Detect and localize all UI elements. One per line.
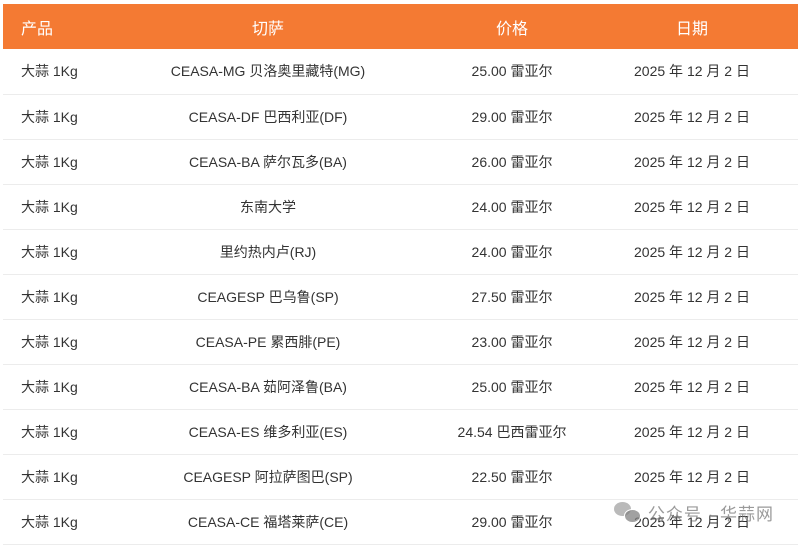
cell-product: 大蒜 1Kg <box>21 288 78 305</box>
cell-market: CEASA-DF 巴西利亚(DF) <box>188 108 348 125</box>
cell-price: 26.00 雷亚尔 <box>471 153 553 170</box>
table-row: 大蒜 1Kg CEASA-MG 贝洛奥里藏特(MG) 25.00 雷亚尔 202… <box>3 49 798 94</box>
cell-date: 2025 年 12 月 2 日 <box>634 243 750 260</box>
cell-product: 大蒜 1Kg <box>21 378 78 395</box>
cell-product: 大蒜 1Kg <box>21 468 78 485</box>
table-row: 大蒜 1Kg CEASA-BA 萨尔瓦多(BA) 26.00 雷亚尔 2025 … <box>3 139 798 184</box>
cell-date: 2025 年 12 月 2 日 <box>634 288 750 305</box>
cell-product: 大蒜 1Kg <box>21 333 78 350</box>
price-table: 产品 切萨 价格 日期 大蒜 1Kg CEASA-MG 贝洛奥里藏特(MG) 2… <box>3 4 798 545</box>
cell-date: 2025 年 12 月 2 日 <box>634 423 750 440</box>
cell-price: 29.00 雷亚尔 <box>471 108 553 125</box>
header-date: 日期 <box>675 20 708 38</box>
cell-date: 2025 年 12 月 2 日 <box>634 468 750 485</box>
table-row: 大蒜 1Kg CEASA-BA 茹阿泽鲁(BA) 25.00 雷亚尔 2025 … <box>3 364 798 409</box>
cell-date: 2025 年 12 月 2 日 <box>634 333 750 350</box>
cell-price: 22.50 雷亚尔 <box>471 468 553 485</box>
table-row: 大蒜 1Kg 东南大学 24.00 雷亚尔 2025 年 12 月 2 日 <box>3 184 798 229</box>
header-price: 价格 <box>495 20 528 38</box>
cell-product: 大蒜 1Kg <box>21 198 78 215</box>
cell-market: CEASA-BA 茹阿泽鲁(BA) <box>189 378 347 395</box>
watermark: 公众号 · 华蒜网 <box>613 500 774 525</box>
watermark-text: 公众号 · 华蒜网 <box>647 505 774 524</box>
table-row: 大蒜 1Kg CEASA-DF 巴西利亚(DF) 29.00 雷亚尔 2025 … <box>3 94 798 139</box>
cell-product: 大蒜 1Kg <box>21 108 78 125</box>
cell-price: 29.00 雷亚尔 <box>471 513 553 530</box>
cell-market: 东南大学 <box>240 198 296 215</box>
table-row: 大蒜 1Kg CEASA-ES 维多利亚(ES) 24.54 巴西雷亚尔 202… <box>3 409 798 454</box>
table-body: 大蒜 1Kg CEASA-MG 贝洛奥里藏特(MG) 25.00 雷亚尔 202… <box>3 49 798 544</box>
cell-date: 2025 年 12 月 2 日 <box>634 108 750 125</box>
cell-date: 2025 年 12 月 2 日 <box>634 153 750 170</box>
cell-price: 24.54 巴西雷亚尔 <box>457 423 567 440</box>
cell-market: CEAGESP 阿拉萨图巴(SP) <box>183 468 353 485</box>
cell-product: 大蒜 1Kg <box>21 153 78 170</box>
cell-date: 2025 年 12 月 2 日 <box>634 378 750 395</box>
cell-market: CEASA-MG 贝洛奥里藏特(MG) <box>170 63 366 80</box>
wechat-icon <box>613 501 641 524</box>
cell-market: CEASA-BA 萨尔瓦多(BA) <box>189 153 347 170</box>
cell-price: 24.00 雷亚尔 <box>471 243 553 260</box>
cell-price: 25.00 雷亚尔 <box>471 378 553 395</box>
cell-market: CEASA-ES 维多利亚(ES) <box>188 423 348 440</box>
table-row: 大蒜 1Kg 里约热内卢(RJ) 24.00 雷亚尔 2025 年 12 月 2… <box>3 229 798 274</box>
table-row: 大蒜 1Kg CEAGESP 巴乌鲁(SP) 27.50 雷亚尔 2025 年 … <box>3 274 798 319</box>
price-table-container: 产品 切萨 价格 日期 大蒜 1Kg CEASA-MG 贝洛奥里藏特(MG) 2… <box>3 4 798 545</box>
cell-price: 27.50 雷亚尔 <box>471 288 553 305</box>
header-market: 切萨 <box>251 20 284 38</box>
table-row: 大蒜 1Kg CEASA-PE 累西腓(PE) 23.00 雷亚尔 2025 年… <box>3 319 798 364</box>
cell-product: 大蒜 1Kg <box>21 243 78 260</box>
cell-market: CEASA-CE 福塔莱萨(CE) <box>187 513 349 530</box>
cell-price: 24.00 雷亚尔 <box>471 198 553 215</box>
cell-market: CEASA-PE 累西腓(PE) <box>195 333 341 350</box>
cell-product: 大蒜 1Kg <box>21 423 78 440</box>
cell-price: 23.00 雷亚尔 <box>471 333 553 350</box>
cell-date: 2025 年 12 月 2 日 <box>634 198 750 215</box>
cell-product: 大蒜 1Kg <box>21 513 78 530</box>
cell-market: 里约热内卢(RJ) <box>219 243 317 260</box>
cell-date: 2025 年 12 月 2 日 <box>634 63 750 80</box>
cell-product: 大蒜 1Kg <box>21 63 78 80</box>
table-row: 大蒜 1Kg CEAGESP 阿拉萨图巴(SP) 22.50 雷亚尔 2025 … <box>3 454 798 499</box>
header-product: 产品 <box>21 20 54 38</box>
cell-price: 25.00 雷亚尔 <box>471 63 553 80</box>
table-header-row: 产品 切萨 价格 日期 <box>3 4 798 49</box>
cell-market: CEAGESP 巴乌鲁(SP) <box>197 288 339 305</box>
